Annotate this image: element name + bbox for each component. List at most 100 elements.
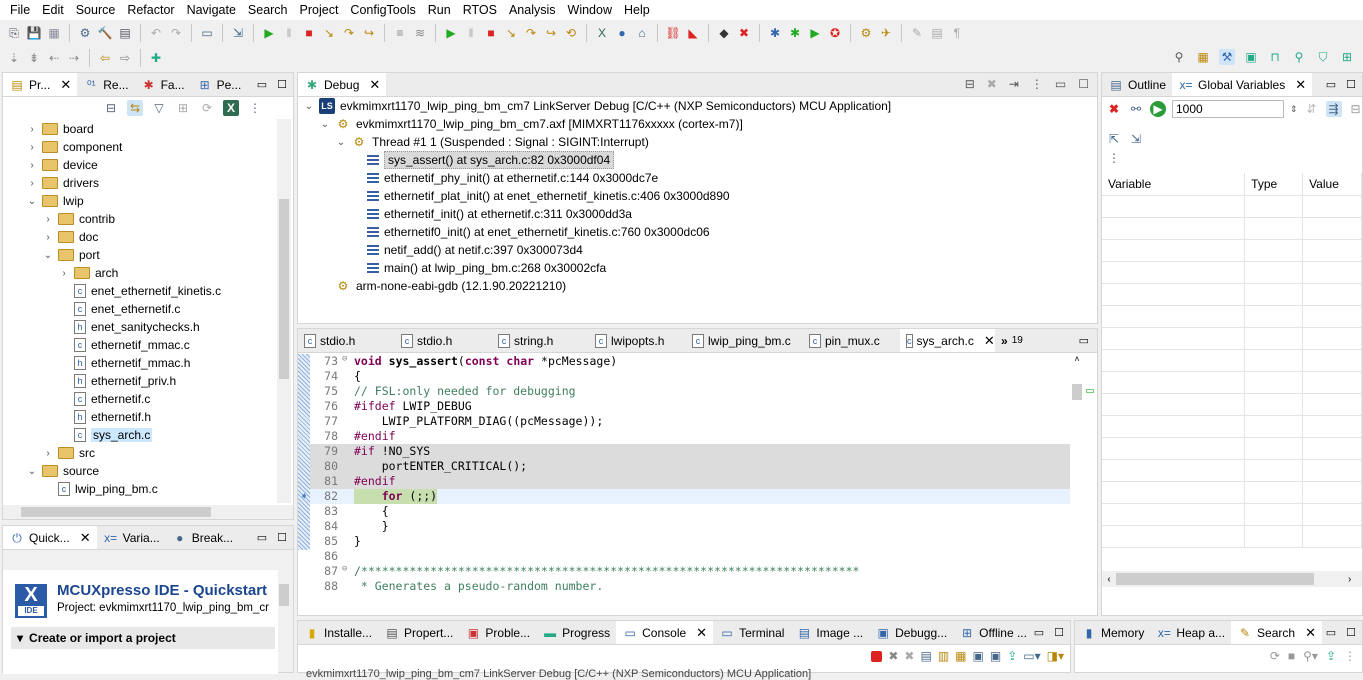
column-header-variable[interactable]: Variable (1102, 173, 1246, 196)
debug-tree-item[interactable]: sys_assert() at sys_arch.c:82 0x3000df04 (352, 151, 615, 169)
editor-tab-sys-arch-c[interactable]: c sys_arch.c ✕ (900, 329, 995, 352)
grid-perspective-icon[interactable]: ⊞ (1339, 49, 1355, 65)
minimize-icon[interactable]: ▭ (1079, 334, 1089, 347)
toolbar-button-icon[interactable]: ⛓ (665, 25, 681, 41)
toolbar-button-icon[interactable]: ▶ (261, 25, 277, 41)
toolbar-button-icon[interactable]: ⇟ (26, 50, 42, 66)
toolbar-button-icon[interactable]: ⇦ (97, 50, 113, 66)
maximize-icon[interactable]: ☐ (277, 78, 287, 91)
tab-debugg[interactable]: ▣ Debugg... (869, 621, 953, 644)
tab-outline[interactable]: ▤ Outline (1102, 73, 1172, 96)
toolbar-button-icon[interactable]: ↘ (321, 25, 337, 41)
history-icon[interactable]: ⚲▾ (1303, 649, 1318, 663)
clear-console-icon[interactable]: ▤ (920, 649, 931, 663)
tab-search[interactable]: ✎ Search ✕ (1231, 621, 1322, 644)
fold-icon[interactable]: ⊖ (342, 354, 354, 369)
tab-propert[interactable]: ▤ Propert... (378, 621, 459, 644)
column-header-value[interactable]: Value (1302, 173, 1362, 196)
pin-console-icon[interactable]: ⇪ (1007, 649, 1017, 663)
editor-tab-stdio-h[interactable]: c stdio.h (298, 329, 395, 352)
chevron-right-icon[interactable]: › (27, 142, 37, 153)
toolbar-button-icon[interactable]: ▶ (443, 25, 459, 41)
run-icon[interactable]: ▶ (1150, 101, 1166, 117)
minimize-icon[interactable]: ▭ (1055, 77, 1066, 91)
tree-item[interactable]: c sys_arch.c (59, 426, 153, 444)
remove-icon[interactable]: ✖ (1106, 101, 1122, 117)
tree-item[interactable]: ⌄ lwip (27, 192, 84, 210)
menu-analysis[interactable]: Analysis (503, 3, 562, 17)
toolbar-button-icon[interactable]: ■ (301, 25, 317, 41)
view-menu-icon[interactable]: ⋮ (1031, 77, 1043, 91)
collapse-all-icon[interactable]: ⊟ (103, 100, 119, 116)
link-with-editor-icon[interactable]: ⇆ (127, 100, 143, 116)
toolbar-button-icon[interactable]: ⇠ (46, 50, 62, 66)
tree-item[interactable]: h enet_sanitychecks.h (59, 318, 200, 336)
remove-terminated-icon[interactable]: ✖ (987, 77, 997, 91)
chevron-right-icon[interactable]: › (27, 124, 37, 135)
menu-edit[interactable]: Edit (36, 3, 70, 17)
tab-installe[interactable]: ▮ Installe... (298, 621, 378, 644)
toolbar-button-icon[interactable]: ‖ (463, 25, 479, 41)
debug-tree-item[interactable]: ethernetif_init() at ethernetif.c:311 0x… (352, 205, 632, 223)
tab-varia[interactable]: x= Varia... (97, 526, 166, 549)
menu-source[interactable]: Source (70, 3, 122, 17)
toolbar-button-icon[interactable]: ✈ (878, 25, 894, 41)
signal-perspective-icon[interactable]: ⊓ (1267, 49, 1283, 65)
debug-tree-item[interactable]: netif_add() at netif.c:397 0x300073d4 (352, 241, 583, 259)
view-menu-icon[interactable]: ⋮ (247, 100, 263, 116)
toolbar-button-icon[interactable]: ■ (483, 25, 499, 41)
chevron-down-icon[interactable]: ⌄ (304, 101, 314, 112)
toolbar-button-icon[interactable]: ¶ (949, 25, 965, 41)
toolbar-button-icon[interactable]: ↪ (543, 25, 559, 41)
scroll-lock-icon[interactable]: ▥ (938, 649, 949, 663)
tree-item[interactable]: ⌄ port (43, 246, 100, 264)
export-icon[interactable]: ⇲ (1128, 131, 1144, 147)
tree-item[interactable]: c ethernetif_mmac.c (59, 336, 190, 354)
tab-pe[interactable]: ⊞ Pe... (191, 73, 248, 96)
tree-item[interactable]: ⌄ source (27, 462, 99, 480)
new-console-icon[interactable]: ◨▾ (1047, 649, 1064, 663)
close-icon[interactable]: ✕ (1305, 625, 1316, 641)
toolbar-button-icon[interactable]: ↷ (168, 25, 184, 41)
view-menu-icon[interactable]: ⋮ (1108, 151, 1120, 165)
tree-item[interactable]: › component (27, 138, 122, 156)
toolbar-button-icon[interactable]: ⇨ (117, 50, 133, 66)
debug-tree-item[interactable]: main() at lwip_ping_bm.c:268 0x30002cfa (352, 259, 606, 277)
menu-rtos[interactable]: RTOS (457, 3, 503, 17)
tree-item[interactable]: › drivers (27, 174, 99, 192)
debug-tree-item[interactable]: ethernetif_plat_init() at enet_etherneti… (352, 187, 730, 205)
debug-tree-item[interactable]: ⌄ LS evkmimxrt1170_lwip_ping_bm_cm7 LinkSe… (304, 97, 891, 115)
toolbar-button-icon[interactable]: ⚙ (77, 25, 93, 41)
chip-perspective-icon[interactable]: ▣ (1243, 49, 1259, 65)
toolbar-button-icon[interactable]: 🔨 (97, 25, 113, 41)
editor-tab-lwip-ping-bm-c[interactable]: c lwip_ping_bm.c (686, 329, 803, 352)
spinner-icon[interactable]: ⇕ (1290, 104, 1298, 115)
minimize-icon[interactable]: ▭ (1326, 78, 1336, 91)
maximize-icon[interactable]: ☐ (1054, 626, 1064, 639)
editor-tab-pin-mux-c[interactable]: c pin_mux.c (803, 329, 900, 352)
pin-icon[interactable]: ⇪ (1326, 649, 1336, 663)
toolbar-button-icon[interactable]: ◆ (716, 25, 732, 41)
toolbar-button-icon[interactable]: ⇲ (230, 25, 246, 41)
toolbar-button-icon[interactable]: ↘ (503, 25, 519, 41)
tab-image[interactable]: ▤ Image ... (790, 621, 869, 644)
debug-tree-item[interactable]: ⌄ ⚙ Thread #1 1 (Suspended : Signal : SIGI… (336, 133, 649, 151)
close-icon[interactable]: ✕ (369, 77, 380, 93)
debug-tree-item[interactable]: ethernetif_phy_init() at ethernetif.c:14… (352, 169, 658, 187)
menu-search[interactable]: Search (242, 3, 294, 17)
quickstart-scrollbar[interactable] (277, 570, 291, 660)
toolbar-button-icon[interactable]: ≡ (392, 25, 408, 41)
view-controls[interactable]: ▭ ☐ (257, 78, 287, 91)
editor-vertical-scrollbar[interactable]: ˄ (1070, 354, 1084, 599)
toolbar-button-icon[interactable]: ✱ (767, 25, 783, 41)
toolbar-button-icon[interactable]: ✎ (909, 25, 925, 41)
filter-icon[interactable]: ▽ (151, 100, 167, 116)
sync-icon[interactable]: ⟳ (199, 100, 215, 116)
toolbar-button-icon[interactable]: ↷ (341, 25, 357, 41)
menu-navigate[interactable]: Navigate (181, 3, 242, 17)
minimize-icon[interactable]: ▭ (257, 78, 267, 91)
toolbar-button-icon[interactable]: ▤ (117, 25, 133, 41)
toolbar-button-icon[interactable]: ⚙ (858, 25, 874, 41)
toolbar-button-icon[interactable]: ✱ (787, 25, 803, 41)
editor-tab-lwipopts-h[interactable]: c lwipopts.h (589, 329, 686, 352)
